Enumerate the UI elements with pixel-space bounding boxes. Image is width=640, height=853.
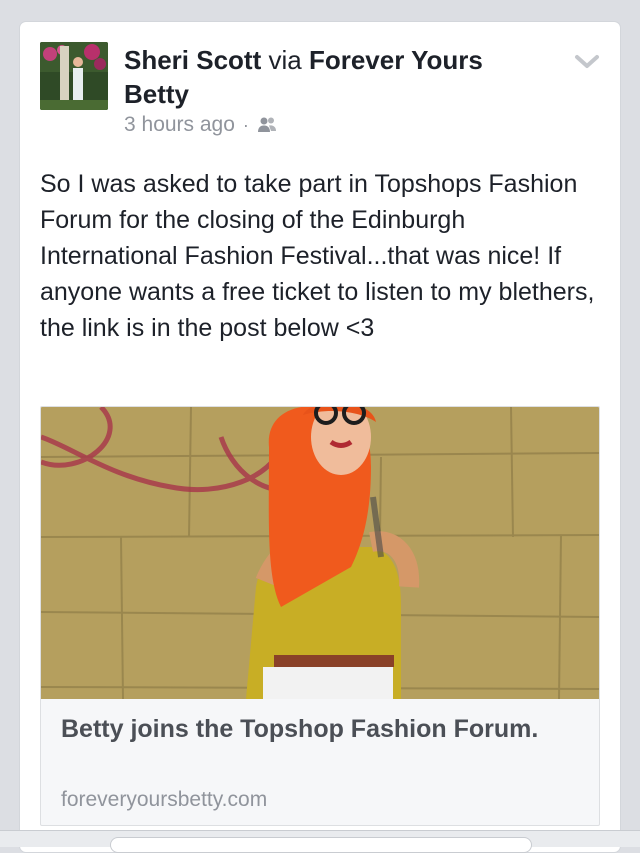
author-name[interactable]: Sheri Scott — [124, 45, 261, 75]
link-preview-image — [41, 407, 599, 699]
post-header: Sheri Scott via Forever Yours Betty — [124, 43, 544, 111]
post-card: Sheri Scott via Forever Yours Betty 3 ho… — [20, 22, 620, 852]
chevron-down-icon[interactable] — [574, 52, 600, 72]
meta-separator: · — [242, 114, 249, 135]
link-domain: foreveryoursbetty.com — [61, 788, 268, 811]
post-text: So I was asked to take part in Topshops … — [40, 170, 595, 342]
avatar[interactable] — [40, 42, 108, 110]
post-timestamp[interactable]: 3 hours ago — [124, 113, 235, 137]
friends-icon[interactable] — [257, 116, 277, 134]
bottom-bar — [0, 830, 640, 853]
avatar-image — [40, 42, 108, 110]
composer-field[interactable] — [110, 837, 532, 853]
link-preview[interactable]: Betty joins the Topshop Fashion Forum. f… — [40, 406, 600, 826]
post-meta: 3 hours ago · — [124, 113, 277, 137]
via-label: via — [268, 45, 302, 75]
link-title[interactable]: Betty joins the Topshop Fashion Forum. — [61, 712, 581, 746]
